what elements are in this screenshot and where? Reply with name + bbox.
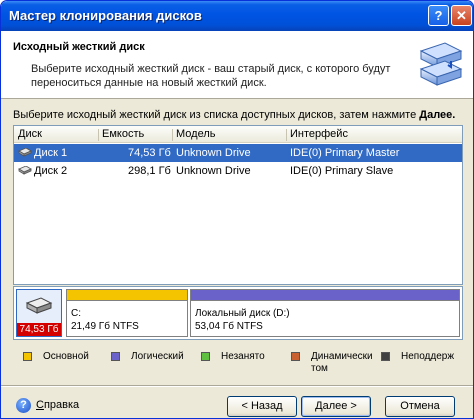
legend-label: Незанято [221,351,265,362]
partition-fs: NTFS [112,321,139,332]
title-bar[interactable]: Мастер клонирования дисков ? ✕ [1,1,473,31]
step-title: Исходный жесткий диск [13,41,145,53]
disk-clone-icon [419,42,463,86]
disk-list[interactable]: Диск Емкость Модель Интерфейс Диск 1 74,… [13,125,463,285]
disk-name: Диск 1 [34,147,68,159]
legend-label: Основной [43,351,89,362]
legend-label: Логический [131,351,184,362]
footer-divider [1,385,473,387]
disk-list-header: Диск Емкость Модель Интерфейс [14,126,462,143]
instruction-emphasis: Далее. [419,109,456,121]
hard-disk-icon [18,166,32,175]
column-capacity[interactable]: Емкость [102,128,144,140]
column-model[interactable]: Модель [176,128,215,140]
partition-name: Локальный диск (D:) [195,308,290,319]
disk-capacity: 298,1 Гб [128,165,171,177]
disk-interface: IDE(0) Primary Master [290,147,400,159]
help-label: Справка [36,399,79,411]
instruction-text: Выберите исходный жесткий диск из списка… [13,109,455,121]
column-divider[interactable] [98,129,99,141]
column-disk[interactable]: Диск [18,128,42,140]
disk-clone-wizard-window: Мастер клонирования дисков ? ✕ Исходный … [0,0,474,419]
disk-capacity: 74,53 Гб [128,147,171,159]
help-link[interactable]: ? Справка [16,398,96,414]
legend-label: Неподдерж [401,351,455,362]
instruction-main: Выберите исходный жесткий диск из списка… [13,109,420,121]
legend-label: Динамически том [311,351,373,374]
column-interface[interactable]: Интерфейс [290,128,348,140]
disk-model: Unknown Drive [176,147,251,159]
hard-disk-icon [25,297,53,314]
help-label-rest: правка [43,399,80,411]
partition-size: 53,04 Гб [195,321,234,332]
cancel-button[interactable]: Отмена [385,396,455,417]
back-button[interactable]: < Назад [227,396,297,417]
logical-partition-bar [191,290,459,301]
help-icon: ? [16,398,31,413]
legend-swatch [291,352,300,361]
partition-size: 21,49 Гб [71,321,110,332]
selected-disk-tile[interactable]: 74,53 Гб [16,289,62,337]
hard-disk-icon [18,148,32,157]
wizard-header: Исходный жесткий диск Выберите исходный … [1,31,473,99]
disk-row-2[interactable]: Диск 2 298,1 Гб Unknown Drive IDE(0) Pri… [14,162,462,180]
next-button[interactable]: Далее > [301,396,371,417]
primary-partition-bar [67,290,187,301]
disk-interface: IDE(0) Primary Slave [290,165,394,177]
disk-partition-map: 74,53 Гб C: 21,49 Гб NTFS Локальный диск… [13,286,463,340]
partition-c[interactable]: C: 21,49 Гб NTFS [66,289,188,337]
step-description: Выберите исходный жесткий диск - ваш ста… [31,63,391,89]
disk-row-1[interactable]: Диск 1 74,53 Гб Unknown Drive IDE(0) Pri… [14,144,462,162]
legend-swatch [23,352,32,361]
help-accelerator: С [36,399,44,411]
partition-details: 53,04 Гб NTFS [195,321,263,332]
disk-model: Unknown Drive [176,165,251,177]
legend-swatch [381,352,390,361]
legend-swatch [111,352,120,361]
partition-details: 21,49 Гб NTFS [71,321,139,332]
legend-swatch [201,352,210,361]
column-divider[interactable] [286,129,287,141]
close-button[interactable]: ✕ [451,5,472,26]
partition-fs: NTFS [236,321,263,332]
column-divider[interactable] [172,129,173,141]
disk-name: Диск 2 [34,165,68,177]
partition-d[interactable]: Локальный диск (D:) 53,04 Гб NTFS [190,289,460,337]
window-title: Мастер клонирования дисков [9,8,202,23]
disk-size-badge: 74,53 Гб [17,323,61,336]
help-button[interactable]: ? [428,5,449,26]
partition-name: C: [71,308,81,319]
